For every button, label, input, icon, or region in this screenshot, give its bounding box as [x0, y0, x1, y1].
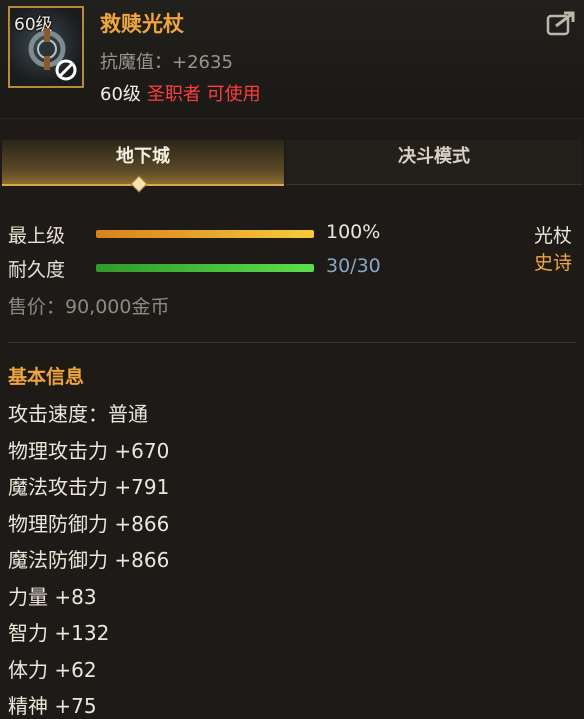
section-divider [8, 342, 576, 343]
grade-label: 最上级 [8, 225, 66, 247]
item-header: 60级 救赎光杖 抗魔值：+2635 60级 圣职者 可使用 [0, 0, 584, 119]
durability-bar-fill [96, 264, 314, 272]
attribute-row: 魔法攻击力 +791 [8, 475, 170, 499]
rarity-label: 史诗 [533, 252, 572, 274]
grade-value: 100% [326, 221, 381, 243]
item-icon-frame[interactable]: 60级 [8, 6, 84, 88]
forbidden-icon [55, 59, 77, 81]
durability-label: 耐久度 [8, 259, 66, 281]
attribute-row: 物理防御力 +866 [8, 511, 170, 536]
item-name: 救赎光杖 [100, 12, 184, 36]
attribute-row: 攻击速度：普通 [8, 402, 148, 426]
mode-tabs: 地下城 决斗模式 [0, 140, 584, 193]
durability-value: 30/30 [326, 255, 381, 277]
requirement: 60级 圣职者 可使用 [100, 80, 261, 106]
attribute-row: 力量 +83 [8, 584, 97, 609]
magic-resist-value: 抗魔值：+2635 [100, 52, 233, 73]
sell-price: 售价：90,000金币 [8, 296, 170, 318]
required-class: 圣职者 可使用 [146, 84, 261, 105]
attribute-row: 体力 +62 [8, 657, 97, 682]
attribute-row: 物理攻击力 +670 [8, 438, 170, 463]
weapon-type: 光杖 [533, 225, 572, 247]
tab-duel-mode[interactable]: 决斗模式 [286, 140, 582, 185]
attribute-row: 精神 +75 [8, 694, 97, 718]
share-icon[interactable] [546, 10, 576, 38]
grade-bar [96, 230, 314, 238]
attribute-row: 魔法防御力 +866 [8, 548, 170, 572]
grade-bar-fill [96, 230, 314, 238]
basic-info-title: 基本信息 [8, 366, 85, 388]
durability-bar [96, 264, 314, 272]
required-level: 60级 [100, 84, 141, 105]
attribute-row: 智力 +132 [8, 621, 110, 645]
